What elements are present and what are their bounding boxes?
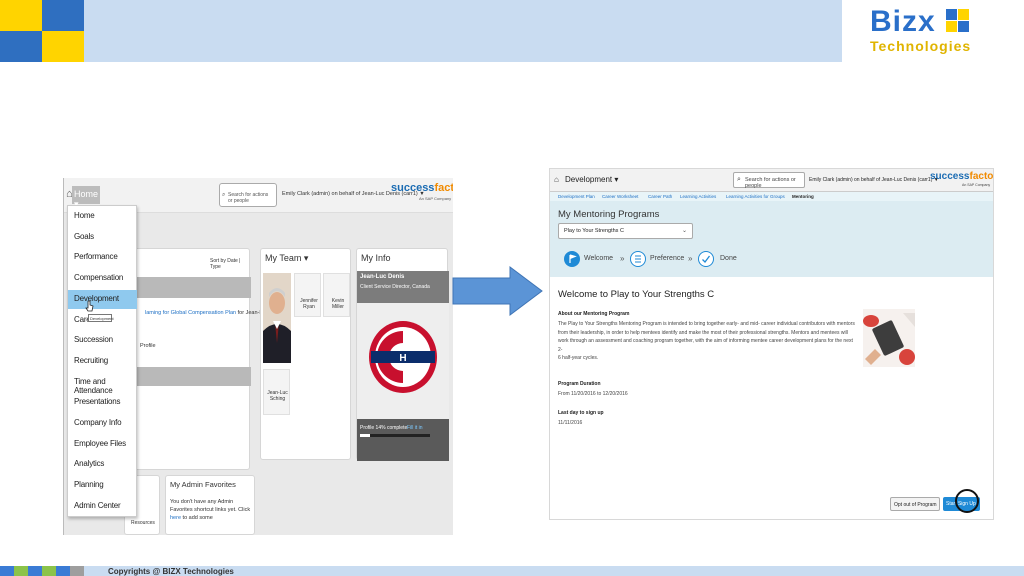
- menu-item-admin-center[interactable]: Admin Center: [74, 501, 121, 510]
- menu-item-goals[interactable]: Goals: [74, 232, 94, 241]
- my-info-title: My Info: [361, 253, 391, 263]
- development-tabs: Development Plan Career Worksheet Career…: [550, 191, 993, 201]
- step-done-label[interactable]: Done: [720, 255, 737, 262]
- my-info-header: Jean-Luc Denis Client Service Director, …: [357, 271, 449, 303]
- admin-favorites-text: You don't have any Admin Favorites short…: [170, 499, 251, 521]
- todo-section-bar: [125, 277, 251, 298]
- admin-favorites-title: My Admin Favorites: [170, 480, 236, 489]
- menu-item-performance[interactable]: Performance: [74, 252, 118, 261]
- transition-arrow-icon: [452, 266, 543, 316]
- chevron-down-icon: ⌄: [681, 228, 687, 234]
- profile-progress-track: [360, 434, 430, 437]
- team-member-card[interactable]: Kevin Miller: [323, 273, 350, 317]
- tab-career-path[interactable]: Career Path: [648, 194, 672, 199]
- resources-link[interactable]: Resources: [131, 520, 155, 526]
- sort-by-link[interactable]: Sort by Date | Type: [210, 258, 249, 270]
- logo-main-text: Bizx: [870, 5, 936, 38]
- user-menu[interactable]: Emily Clark (admin) on behalf of Jean-Lu…: [809, 177, 939, 183]
- admin-favorites-panel: My Admin Favorites You don't have any Ad…: [165, 475, 255, 535]
- footer-squares: [0, 566, 84, 576]
- menu-item-recruiting[interactable]: Recruiting: [74, 356, 108, 365]
- duration-heading: Program Duration: [558, 381, 601, 387]
- todo-section-bar-2: [125, 367, 251, 386]
- tab-career-worksheet[interactable]: Career Worksheet: [602, 194, 638, 199]
- menu-item-development[interactable]: Development: [74, 294, 119, 303]
- team-member-card[interactable]: Jean-Luc Sching: [263, 369, 290, 415]
- mentoring-photo: [863, 309, 915, 367]
- click-highlight-circle: [955, 489, 979, 513]
- logo-sub-text: Technologies: [870, 38, 972, 54]
- successfactors-logo: successfactors: [930, 171, 994, 182]
- tab-mentoring[interactable]: Mentoring: [792, 194, 814, 199]
- my-info-name[interactable]: Jean-Luc Denis: [360, 274, 404, 280]
- fill-it-in-link[interactable]: Fill it in: [407, 425, 423, 431]
- step-separator-icon: »: [688, 254, 693, 263]
- menu-item-time-and-attendance[interactable]: Time and Attendance: [74, 377, 136, 395]
- step-separator-icon: »: [620, 254, 625, 263]
- menu-item-presentations[interactable]: Presentations: [74, 397, 121, 406]
- step-preference-icon[interactable]: [630, 251, 646, 267]
- successfactors-logo: successfactors: [391, 182, 453, 194]
- my-team-title[interactable]: My Team ▾: [265, 253, 308, 264]
- tab-learning-activities[interactable]: Learning Activities: [680, 194, 716, 199]
- program-select[interactable]: Play to Your Strengths C ⌄: [558, 223, 693, 239]
- search-icon: ⌕: [737, 176, 741, 183]
- menu-item-planning[interactable]: Planning: [74, 480, 104, 489]
- about-text: The Play to Your Strengths Mentoring Pro…: [558, 321, 855, 361]
- menu-item-succession[interactable]: Succession: [74, 335, 113, 344]
- page-title: My Mentoring Programs: [558, 209, 660, 220]
- bizx-logo: Bizx Technologies: [842, 0, 1024, 62]
- step-welcome-label[interactable]: Welcome: [584, 255, 613, 262]
- sf-tagline: An SAP Company: [419, 196, 452, 201]
- team-photo[interactable]: [263, 273, 291, 363]
- profile-progress-fill: [360, 434, 370, 437]
- my-team-panel: My Team ▾ Jennifer Ryan Kevin Miller Jea…: [260, 248, 351, 460]
- mouse-cursor-icon: [85, 300, 94, 312]
- step-preference-label[interactable]: Preference: [650, 255, 684, 262]
- menu-item-analytics[interactable]: Analytics: [74, 459, 104, 468]
- home-menu-button[interactable]: Home ▾: [72, 186, 100, 209]
- search-icon: ⌕: [222, 192, 226, 198]
- tab-development-plan[interactable]: Development Plan: [558, 194, 595, 199]
- search-input[interactable]: ⌕ Search for actions or people: [219, 183, 277, 207]
- team-logo-image: H: [357, 303, 449, 419]
- my-info-role: Client Service Director, Canada: [360, 284, 430, 290]
- step-welcome-icon[interactable]: [564, 251, 580, 267]
- step-done-icon[interactable]: [698, 251, 714, 267]
- copyright-text: Copyrights @ BIZX Technologies: [108, 567, 234, 576]
- menu-item-company-info[interactable]: Company Info: [74, 418, 122, 427]
- menu-item-employee-files[interactable]: Employee Files: [74, 439, 126, 448]
- corner-decoration: [0, 0, 84, 62]
- profile-complete-bar: Profile 14% complete Fill it in: [357, 419, 449, 461]
- about-heading: About our Mentoring Program: [558, 311, 630, 317]
- opt-out-button[interactable]: Opt out of Program: [890, 497, 940, 511]
- lastday-text: 11/11/2016: [558, 420, 583, 426]
- right-header-bar: ⌂ Development ▾ ⌕ Search for actions or …: [550, 169, 994, 191]
- search-placeholder: Search for actions or people: [228, 192, 269, 204]
- admin-favorites-here-link[interactable]: here: [170, 515, 181, 521]
- home-dropdown-menu: Home Goals Performance Compensation Developm…: [67, 205, 137, 517]
- development-menu-button[interactable]: Development ▾: [565, 175, 618, 184]
- duration-text: From 11/20/2016 to 12/20/2016: [558, 391, 628, 397]
- lastday-heading: Last day to sign up: [558, 410, 604, 416]
- menu-item-home[interactable]: Home: [74, 211, 95, 220]
- tab-learning-activities-groups[interactable]: Learning Activities for Groups: [726, 194, 785, 199]
- team-member-card[interactable]: Jennifer Ryan: [294, 273, 321, 317]
- search-placeholder: Search for actions or people: [745, 177, 796, 189]
- home-icon[interactable]: ⌂: [554, 175, 559, 184]
- svg-text:H: H: [399, 353, 406, 364]
- sf-tagline: An SAP Company: [962, 183, 991, 187]
- mentoring-header-band: My Mentoring Programs Play to Your Stren…: [550, 201, 993, 277]
- todo-panel: Sort by Date | Type laming for Global Co…: [124, 248, 284, 470]
- welcome-heading: Welcome to Play to Your Strengths C: [558, 289, 715, 300]
- profile-complete-label: Profile 14% complete: [360, 425, 408, 431]
- menu-item-compensation[interactable]: Compensation: [74, 273, 123, 282]
- search-input[interactable]: ⌕ Search for actions or people: [733, 172, 805, 189]
- todo-profile-link[interactable]: Profile: [140, 343, 156, 349]
- mentoring-screenshot: ⌂ Development ▾ ⌕ Search for actions or …: [549, 168, 994, 520]
- my-info-panel: My Info Jean-Luc Denis Client Service Di…: [356, 248, 449, 461]
- development-tooltip: Development: [88, 314, 114, 322]
